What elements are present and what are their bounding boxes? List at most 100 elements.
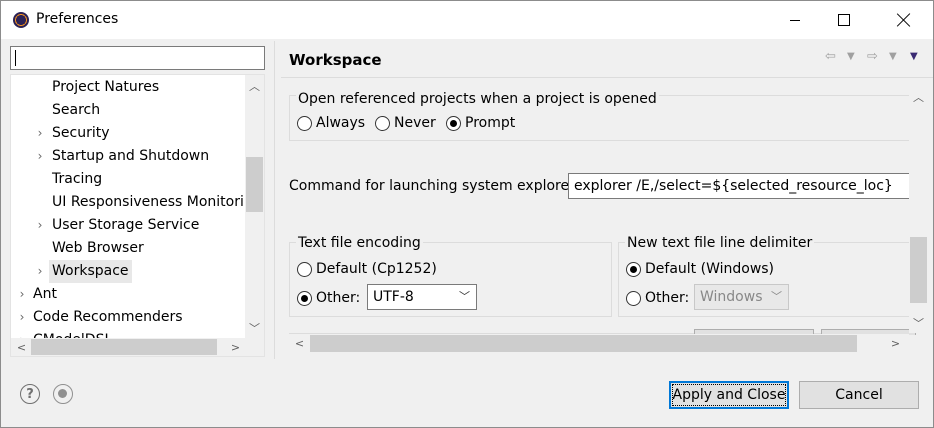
eclipse-icon (13, 12, 29, 28)
chevron-right-icon[interactable]: › (35, 145, 45, 168)
close-button[interactable] (881, 1, 927, 39)
tree-item-workspace[interactable]: › Workspace (11, 260, 246, 283)
page-nav-toolbar: ⇦ ▼ ⇨ ▼ ▼ (823, 49, 923, 67)
content-horizontal-scrollbar[interactable]: < > (289, 334, 909, 353)
record-macro-icon[interactable] (53, 384, 73, 404)
scroll-corner (245, 338, 264, 356)
tree-item-label: Tracing (52, 171, 103, 187)
chevron-right-icon[interactable]: › (17, 306, 27, 329)
radio-label: Default (Cp1252) (316, 261, 437, 277)
encoding-label: Text file encoding (296, 235, 423, 251)
scroll-right-icon[interactable]: > (227, 339, 244, 356)
chevron-right-icon[interactable]: › (35, 214, 45, 237)
tree-item-code-recommenders[interactable]: › Code Recommenders (11, 306, 246, 329)
text-caret (15, 50, 16, 66)
apply-and-close-button[interactable]: Apply and Close (669, 381, 789, 409)
tree-item-web-browser[interactable]: Web Browser (11, 237, 246, 260)
scroll-up-icon[interactable]: ︿ (246, 77, 263, 94)
tree-item-tracing[interactable]: Tracing (11, 168, 246, 191)
chevron-right-icon[interactable]: › (17, 283, 27, 306)
chevron-right-icon[interactable]: › (35, 122, 45, 145)
back-icon[interactable]: ⇦ (825, 49, 836, 64)
maximize-button[interactable] (821, 1, 867, 39)
delimiter-label: New text file line delimiter (625, 235, 815, 251)
radio-label: Other: (645, 290, 690, 306)
workspace-settings: Open referenced projects when a project … (281, 81, 927, 357)
chevron-right-icon[interactable]: › (35, 260, 45, 283)
open-projects-label: Open referenced projects when a project … (296, 91, 659, 107)
tree-item-label: Security (52, 125, 110, 141)
tree-vertical-scrollbar[interactable]: ︿ ﹀ (245, 75, 264, 339)
radio-label: Never (394, 115, 436, 131)
cancel-button[interactable]: Cancel (799, 381, 919, 409)
radio-encoding-default[interactable]: Default (Cp1252) (297, 261, 437, 277)
tree-item-search[interactable]: Search (11, 99, 246, 122)
scroll-left-icon[interactable]: < (291, 335, 308, 352)
radio-label: Prompt (465, 115, 516, 131)
radio-button[interactable] (297, 290, 312, 306)
radio-delimiter-other[interactable]: Other: (626, 290, 689, 306)
radio-never[interactable]: Never (375, 115, 436, 131)
radio-prompt[interactable]: Prompt (446, 115, 515, 131)
scroll-thumb[interactable] (910, 237, 927, 303)
radio-delimiter-default[interactable]: Default (Windows) (626, 261, 774, 277)
chevron-down-icon[interactable]: ▼ (847, 51, 855, 62)
tree-item-label: Web Browser (52, 240, 144, 256)
radio-label: Default (Windows) (645, 261, 775, 277)
delimiter-value: Windows (700, 289, 763, 305)
tree-item-label: Workspace (49, 260, 132, 283)
radio-encoding-other[interactable]: Other: (297, 290, 360, 306)
maximize-icon (838, 14, 850, 26)
content-vertical-scrollbar[interactable]: ︿ ﹀ (909, 87, 928, 333)
explorer-command-input[interactable]: explorer /E,/select=${selected_resource_… (568, 173, 913, 199)
filter-input[interactable] (10, 46, 265, 70)
window-title: Preferences (36, 11, 119, 27)
close-icon (897, 13, 911, 27)
tree-item-user-storage[interactable]: › User Storage Service (11, 214, 246, 237)
chevron-down-icon: ﹀ (771, 290, 782, 303)
tree-item-project-natures[interactable]: Project Natures (11, 76, 246, 99)
radio-button[interactable] (626, 290, 641, 306)
tree-item-label: Search (52, 102, 101, 118)
chevron-down-icon: ﹀ (459, 290, 470, 303)
preferences-tree[interactable]: Project Natures Search › Security › Star… (10, 74, 265, 357)
radio-label: Other: (316, 290, 361, 306)
tree-horizontal-scrollbar[interactable]: < > (11, 338, 247, 356)
scroll-down-icon[interactable]: ﹀ (910, 314, 927, 331)
minimize-button[interactable] (772, 1, 818, 39)
radio-always[interactable]: Always (297, 115, 365, 131)
tree-item-startup-shutdown[interactable]: › Startup and Shutdown (11, 145, 246, 168)
radio-button[interactable] (375, 115, 390, 131)
pane-divider[interactable] (274, 41, 275, 359)
scroll-thumb[interactable] (246, 157, 263, 212)
radio-button[interactable] (297, 115, 312, 131)
tree-item-ant[interactable]: › Ant (11, 283, 246, 306)
scroll-up-icon[interactable]: ︿ (910, 88, 927, 105)
header-separator (281, 77, 933, 78)
radio-button[interactable] (446, 115, 461, 131)
minimize-icon (790, 19, 800, 21)
radio-button[interactable] (297, 261, 312, 277)
scroll-right-icon[interactable]: > (887, 335, 904, 352)
help-icon[interactable]: ? (20, 384, 40, 404)
tree-item-label: Startup and Shutdown (52, 148, 210, 164)
forward-icon[interactable]: ⇨ (867, 49, 878, 64)
encoding-value: UTF-8 (373, 289, 414, 305)
scroll-left-icon[interactable]: < (13, 339, 30, 356)
tree-item-label: Ant (33, 286, 57, 302)
tree-item-label: UI Responsiveness Monitoring (52, 194, 246, 210)
tree-item-label: Project Natures (52, 79, 160, 95)
scroll-thumb[interactable] (31, 339, 217, 355)
scroll-thumb[interactable] (310, 335, 857, 352)
radio-button[interactable] (626, 261, 641, 277)
preferences-window: Preferences Project Natures Search › Sec… (0, 0, 934, 428)
view-menu-icon[interactable]: ▼ (910, 51, 918, 62)
delimiter-select[interactable]: Windows ﹀ (694, 284, 789, 310)
chevron-down-icon[interactable]: ▼ (889, 51, 897, 62)
tree-item-security[interactable]: › Security (11, 122, 246, 145)
encoding-select[interactable]: UTF-8 ﹀ (367, 284, 477, 310)
scroll-down-icon[interactable]: ﹀ (246, 319, 263, 336)
tree-item-ui-responsiveness[interactable]: UI Responsiveness Monitoring (11, 191, 246, 214)
title-bar: Preferences (1, 1, 933, 39)
tree-item-label: User Storage Service (52, 217, 200, 233)
